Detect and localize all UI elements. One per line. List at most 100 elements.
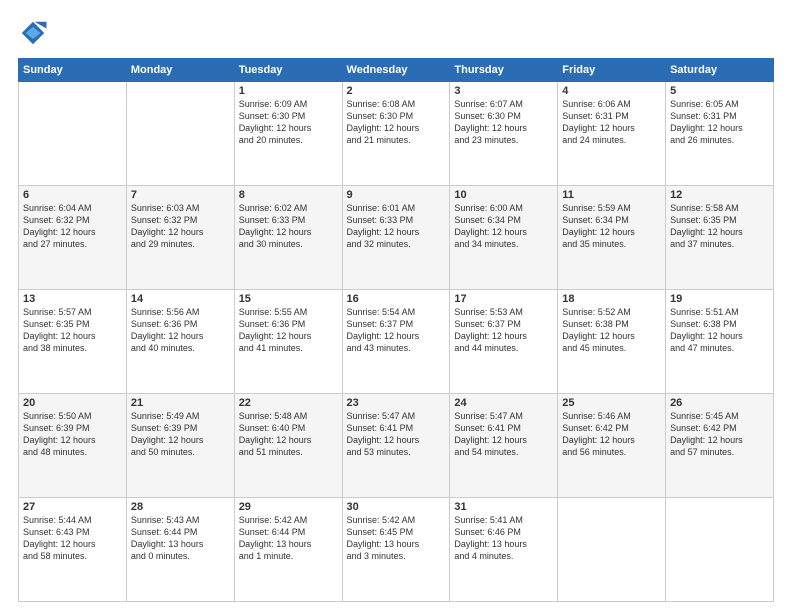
day-number: 22 [239, 397, 338, 409]
calendar-cell: 22Sunrise: 5:48 AM Sunset: 6:40 PM Dayli… [234, 394, 342, 498]
day-info: Sunrise: 5:52 AM Sunset: 6:38 PM Dayligh… [562, 306, 661, 355]
calendar-cell: 20Sunrise: 5:50 AM Sunset: 6:39 PM Dayli… [19, 394, 127, 498]
calendar-cell: 23Sunrise: 5:47 AM Sunset: 6:41 PM Dayli… [342, 394, 450, 498]
calendar-cell: 27Sunrise: 5:44 AM Sunset: 6:43 PM Dayli… [19, 498, 127, 602]
calendar-cell: 18Sunrise: 5:52 AM Sunset: 6:38 PM Dayli… [558, 290, 666, 394]
day-info: Sunrise: 5:47 AM Sunset: 6:41 PM Dayligh… [347, 410, 446, 459]
calendar-week-row: 27Sunrise: 5:44 AM Sunset: 6:43 PM Dayli… [19, 498, 774, 602]
day-info: Sunrise: 6:09 AM Sunset: 6:30 PM Dayligh… [239, 98, 338, 147]
calendar-cell: 17Sunrise: 5:53 AM Sunset: 6:37 PM Dayli… [450, 290, 558, 394]
day-number: 5 [670, 85, 769, 97]
calendar-cell: 21Sunrise: 5:49 AM Sunset: 6:39 PM Dayli… [126, 394, 234, 498]
day-number: 27 [23, 501, 122, 513]
calendar-cell: 3Sunrise: 6:07 AM Sunset: 6:30 PM Daylig… [450, 82, 558, 186]
calendar-cell [558, 498, 666, 602]
weekday-header: Thursday [450, 59, 558, 82]
day-number: 16 [347, 293, 446, 305]
day-info: Sunrise: 6:05 AM Sunset: 6:31 PM Dayligh… [670, 98, 769, 147]
calendar-week-row: 1Sunrise: 6:09 AM Sunset: 6:30 PM Daylig… [19, 82, 774, 186]
day-number: 14 [131, 293, 230, 305]
day-number: 1 [239, 85, 338, 97]
day-info: Sunrise: 5:59 AM Sunset: 6:34 PM Dayligh… [562, 202, 661, 251]
day-number: 13 [23, 293, 122, 305]
day-number: 2 [347, 85, 446, 97]
day-number: 12 [670, 189, 769, 201]
weekday-header: Monday [126, 59, 234, 82]
day-number: 23 [347, 397, 446, 409]
day-info: Sunrise: 6:03 AM Sunset: 6:32 PM Dayligh… [131, 202, 230, 251]
calendar-cell: 28Sunrise: 5:43 AM Sunset: 6:44 PM Dayli… [126, 498, 234, 602]
day-info: Sunrise: 6:02 AM Sunset: 6:33 PM Dayligh… [239, 202, 338, 251]
day-number: 18 [562, 293, 661, 305]
calendar-cell [666, 498, 774, 602]
day-number: 20 [23, 397, 122, 409]
day-info: Sunrise: 6:08 AM Sunset: 6:30 PM Dayligh… [347, 98, 446, 147]
calendar-cell: 15Sunrise: 5:55 AM Sunset: 6:36 PM Dayli… [234, 290, 342, 394]
day-info: Sunrise: 5:48 AM Sunset: 6:40 PM Dayligh… [239, 410, 338, 459]
day-number: 30 [347, 501, 446, 513]
calendar-cell: 4Sunrise: 6:06 AM Sunset: 6:31 PM Daylig… [558, 82, 666, 186]
calendar-cell: 31Sunrise: 5:41 AM Sunset: 6:46 PM Dayli… [450, 498, 558, 602]
day-info: Sunrise: 6:00 AM Sunset: 6:34 PM Dayligh… [454, 202, 553, 251]
calendar-cell: 12Sunrise: 5:58 AM Sunset: 6:35 PM Dayli… [666, 186, 774, 290]
day-info: Sunrise: 5:44 AM Sunset: 6:43 PM Dayligh… [23, 514, 122, 563]
day-number: 26 [670, 397, 769, 409]
calendar-cell: 25Sunrise: 5:46 AM Sunset: 6:42 PM Dayli… [558, 394, 666, 498]
day-info: Sunrise: 5:55 AM Sunset: 6:36 PM Dayligh… [239, 306, 338, 355]
day-info: Sunrise: 5:56 AM Sunset: 6:36 PM Dayligh… [131, 306, 230, 355]
day-info: Sunrise: 5:41 AM Sunset: 6:46 PM Dayligh… [454, 514, 553, 563]
day-info: Sunrise: 5:47 AM Sunset: 6:41 PM Dayligh… [454, 410, 553, 459]
weekday-header: Saturday [666, 59, 774, 82]
day-info: Sunrise: 6:04 AM Sunset: 6:32 PM Dayligh… [23, 202, 122, 251]
calendar-week-row: 13Sunrise: 5:57 AM Sunset: 6:35 PM Dayli… [19, 290, 774, 394]
calendar-week-row: 20Sunrise: 5:50 AM Sunset: 6:39 PM Dayli… [19, 394, 774, 498]
day-info: Sunrise: 6:07 AM Sunset: 6:30 PM Dayligh… [454, 98, 553, 147]
day-number: 4 [562, 85, 661, 97]
day-number: 24 [454, 397, 553, 409]
calendar-cell: 9Sunrise: 6:01 AM Sunset: 6:33 PM Daylig… [342, 186, 450, 290]
calendar-cell: 13Sunrise: 5:57 AM Sunset: 6:35 PM Dayli… [19, 290, 127, 394]
day-number: 11 [562, 189, 661, 201]
calendar-cell: 7Sunrise: 6:03 AM Sunset: 6:32 PM Daylig… [126, 186, 234, 290]
day-number: 19 [670, 293, 769, 305]
weekday-header: Friday [558, 59, 666, 82]
calendar-cell: 29Sunrise: 5:42 AM Sunset: 6:44 PM Dayli… [234, 498, 342, 602]
calendar-cell: 24Sunrise: 5:47 AM Sunset: 6:41 PM Dayli… [450, 394, 558, 498]
day-number: 17 [454, 293, 553, 305]
day-info: Sunrise: 5:42 AM Sunset: 6:45 PM Dayligh… [347, 514, 446, 563]
calendar-cell: 10Sunrise: 6:00 AM Sunset: 6:34 PM Dayli… [450, 186, 558, 290]
day-number: 3 [454, 85, 553, 97]
calendar-cell: 11Sunrise: 5:59 AM Sunset: 6:34 PM Dayli… [558, 186, 666, 290]
calendar-cell: 30Sunrise: 5:42 AM Sunset: 6:45 PM Dayli… [342, 498, 450, 602]
calendar-cell: 16Sunrise: 5:54 AM Sunset: 6:37 PM Dayli… [342, 290, 450, 394]
header [18, 18, 774, 48]
calendar-cell: 19Sunrise: 5:51 AM Sunset: 6:38 PM Dayli… [666, 290, 774, 394]
day-number: 6 [23, 189, 122, 201]
weekday-header-row: SundayMondayTuesdayWednesdayThursdayFrid… [19, 59, 774, 82]
calendar-cell: 6Sunrise: 6:04 AM Sunset: 6:32 PM Daylig… [19, 186, 127, 290]
day-info: Sunrise: 5:50 AM Sunset: 6:39 PM Dayligh… [23, 410, 122, 459]
day-number: 9 [347, 189, 446, 201]
day-number: 10 [454, 189, 553, 201]
calendar-week-row: 6Sunrise: 6:04 AM Sunset: 6:32 PM Daylig… [19, 186, 774, 290]
day-info: Sunrise: 5:43 AM Sunset: 6:44 PM Dayligh… [131, 514, 230, 563]
day-number: 29 [239, 501, 338, 513]
logo [18, 18, 52, 48]
calendar-cell: 1Sunrise: 6:09 AM Sunset: 6:30 PM Daylig… [234, 82, 342, 186]
calendar-cell: 2Sunrise: 6:08 AM Sunset: 6:30 PM Daylig… [342, 82, 450, 186]
day-info: Sunrise: 5:53 AM Sunset: 6:37 PM Dayligh… [454, 306, 553, 355]
calendar-cell [19, 82, 127, 186]
day-info: Sunrise: 5:49 AM Sunset: 6:39 PM Dayligh… [131, 410, 230, 459]
weekday-header: Wednesday [342, 59, 450, 82]
calendar-cell [126, 82, 234, 186]
day-info: Sunrise: 6:01 AM Sunset: 6:33 PM Dayligh… [347, 202, 446, 251]
day-number: 25 [562, 397, 661, 409]
weekday-header: Tuesday [234, 59, 342, 82]
day-info: Sunrise: 6:06 AM Sunset: 6:31 PM Dayligh… [562, 98, 661, 147]
day-info: Sunrise: 5:51 AM Sunset: 6:38 PM Dayligh… [670, 306, 769, 355]
day-number: 21 [131, 397, 230, 409]
calendar-cell: 14Sunrise: 5:56 AM Sunset: 6:36 PM Dayli… [126, 290, 234, 394]
day-number: 28 [131, 501, 230, 513]
calendar-cell: 26Sunrise: 5:45 AM Sunset: 6:42 PM Dayli… [666, 394, 774, 498]
calendar-cell: 5Sunrise: 6:05 AM Sunset: 6:31 PM Daylig… [666, 82, 774, 186]
